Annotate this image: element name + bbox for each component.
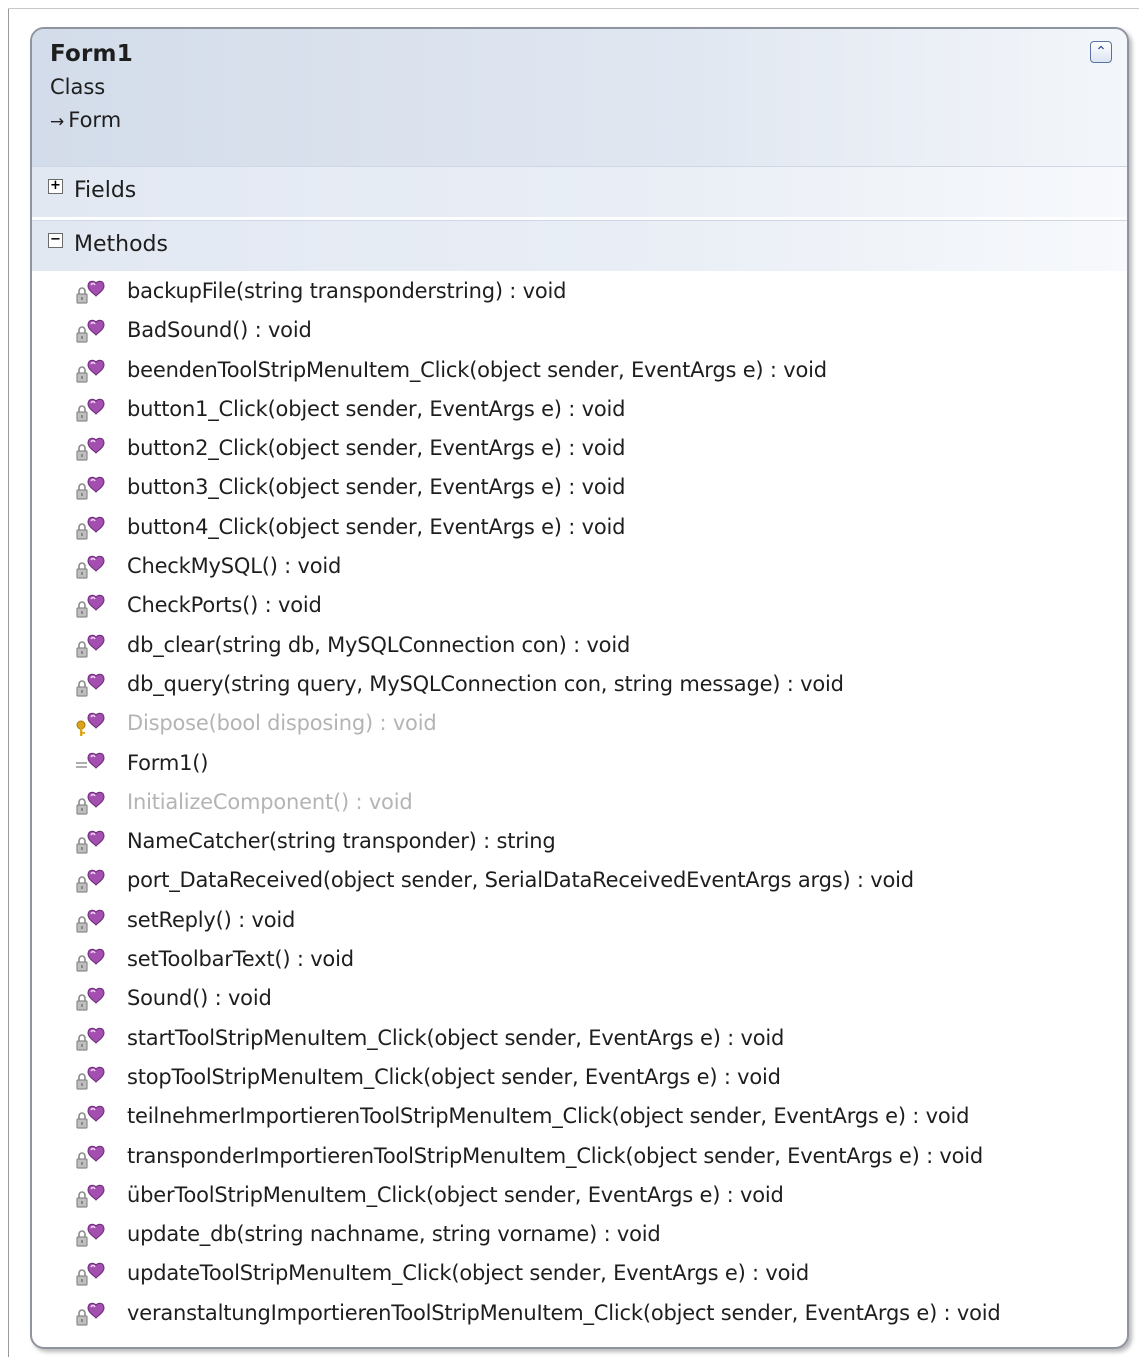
- method-row[interactable]: button4_Click(object sender, EventArgs e…: [32, 510, 1127, 549]
- method-signature: button1_Click(object sender, EventArgs e…: [127, 396, 626, 421]
- frame-left-edge: [8, 8, 9, 1357]
- method-row[interactable]: transponderImportierenToolStripMenuItem_…: [32, 1139, 1127, 1178]
- method-row[interactable]: InitializeComponent() : void: [32, 785, 1127, 824]
- private-method-icon: [76, 516, 105, 540]
- methods-label: Methods: [74, 232, 168, 257]
- method-signature: teilnehmerImportierenToolStripMenuItem_C…: [127, 1104, 970, 1129]
- protected-method-icon: [76, 713, 105, 737]
- private-method-icon: [76, 359, 105, 383]
- method-signature: Form1(): [127, 750, 209, 775]
- method-row[interactable]: Form1(): [32, 746, 1127, 785]
- method-signature: setToolbarText() : void: [127, 947, 354, 972]
- method-signature: setReply() : void: [127, 907, 296, 932]
- method-signature: CheckMySQL() : void: [127, 554, 342, 579]
- method-row[interactable]: db_clear(string db, MySQLConnection con)…: [32, 628, 1127, 667]
- method-signature: update_db(string nachname, string vornam…: [127, 1222, 661, 1247]
- public-method-icon: [76, 752, 105, 769]
- method-signature: Sound() : void: [127, 986, 272, 1011]
- method-row[interactable]: button3_Click(object sender, EventArgs e…: [32, 470, 1127, 509]
- method-signature: Dispose(bool disposing) : void: [127, 711, 437, 736]
- method-row[interactable]: startToolStripMenuItem_Click(object send…: [32, 1021, 1127, 1060]
- method-signature: überToolStripMenuItem_Click(object sende…: [127, 1182, 784, 1207]
- method-row[interactable]: CheckPorts() : void: [32, 588, 1127, 627]
- private-method-icon: [76, 595, 105, 618]
- method-row[interactable]: button1_Click(object sender, EventArgs e…: [32, 392, 1127, 431]
- methods-section-header[interactable]: − Methods: [32, 220, 1127, 271]
- method-row[interactable]: überToolStripMenuItem_Click(object sende…: [32, 1178, 1127, 1217]
- method-row[interactable]: backupFile(string transponderstring) : v…: [32, 274, 1127, 313]
- method-signature: stopToolStripMenuItem_Click(object sende…: [127, 1064, 781, 1089]
- class-name: Form1: [50, 41, 133, 67]
- method-row[interactable]: beendenToolStripMenuItem_Click(object se…: [32, 353, 1127, 392]
- method-signature: updateToolStripMenuItem_Click(object sen…: [127, 1261, 810, 1286]
- method-signature: db_query(string query, MySQLConnection c…: [127, 671, 844, 696]
- private-method-icon: [76, 1145, 105, 1169]
- private-method-icon: [76, 1184, 105, 1208]
- method-signature: startToolStripMenuItem_Click(object send…: [127, 1025, 785, 1050]
- private-method-icon: [76, 673, 105, 697]
- private-method-icon: [76, 948, 105, 972]
- private-method-icon: [76, 320, 105, 343]
- method-signature: beendenToolStripMenuItem_Click(object se…: [127, 357, 827, 382]
- inheritance-arrow-icon: →: [50, 112, 65, 132]
- method-row[interactable]: db_query(string query, MySQLConnection c…: [32, 667, 1127, 706]
- method-signature: backupFile(string transponderstring) : v…: [127, 279, 567, 303]
- private-method-icon: [76, 1027, 105, 1051]
- private-method-icon: [76, 555, 105, 579]
- private-method-icon: [76, 1106, 105, 1129]
- method-signature: InitializeComponent() : void: [127, 789, 413, 814]
- method-row[interactable]: port_DataReceived(object sender, SerialD…: [32, 863, 1127, 902]
- expand-plus-icon[interactable]: +: [48, 179, 63, 194]
- class-base: → Form: [50, 108, 121, 132]
- method-signature: button4_Click(object sender, EventArgs e…: [127, 514, 626, 539]
- method-signature: veranstaltungImportierenToolStripMenuIte…: [127, 1300, 1001, 1325]
- method-row[interactable]: Sound() : void: [32, 981, 1127, 1020]
- method-signature: db_clear(string db, MySQLConnection con)…: [127, 632, 631, 657]
- method-row[interactable]: BadSound() : void: [32, 313, 1127, 352]
- class-kind: Class: [50, 75, 106, 99]
- private-method-icon: [76, 1223, 105, 1247]
- private-method-icon: [76, 398, 105, 422]
- class-shape[interactable]: Form1 Class → Form ⌃ + Fields − Methods b…: [30, 27, 1129, 1349]
- private-method-icon: [76, 634, 105, 658]
- method-list: backupFile(string transponderstring) : v…: [32, 274, 1127, 1335]
- method-row[interactable]: CheckMySQL() : void: [32, 549, 1127, 588]
- method-row[interactable]: stopToolStripMenuItem_Click(object sende…: [32, 1060, 1127, 1099]
- private-method-icon: [76, 1263, 105, 1287]
- method-signature: transponderImportierenToolStripMenuItem_…: [127, 1143, 984, 1168]
- private-method-icon: [76, 988, 105, 1011]
- method-row[interactable]: setReply() : void: [32, 903, 1127, 942]
- fields-section-header[interactable]: + Fields: [32, 166, 1127, 217]
- collapse-minus-icon[interactable]: −: [48, 233, 63, 248]
- method-row[interactable]: teilnehmerImportierenToolStripMenuItem_C…: [32, 1099, 1127, 1138]
- private-method-icon: [76, 909, 105, 933]
- method-signature: button3_Click(object sender, EventArgs e…: [127, 475, 626, 500]
- method-signature: button2_Click(object sender, EventArgs e…: [127, 436, 626, 461]
- method-row[interactable]: setToolbarText() : void: [32, 942, 1127, 981]
- private-method-icon: [76, 791, 105, 815]
- method-row[interactable]: NameCatcher(string transponder) : string: [32, 824, 1127, 863]
- collapse-button[interactable]: ⌃: [1090, 41, 1112, 63]
- private-method-icon: [76, 1066, 105, 1090]
- fields-label: Fields: [74, 178, 137, 203]
- method-row[interactable]: update_db(string nachname, string vornam…: [32, 1217, 1127, 1256]
- method-row[interactable]: veranstaltungImportierenToolStripMenuIte…: [32, 1296, 1127, 1335]
- private-method-icon: [76, 830, 105, 854]
- method-signature: BadSound() : void: [127, 318, 312, 343]
- private-method-icon: [76, 438, 105, 461]
- method-signature: port_DataReceived(object sender, SerialD…: [127, 868, 914, 893]
- private-method-icon: [76, 1302, 105, 1326]
- base-class-name: Form: [68, 108, 122, 132]
- private-method-icon: [76, 870, 105, 894]
- method-signature: CheckPorts() : void: [127, 593, 322, 618]
- method-row[interactable]: updateToolStripMenuItem_Click(object sen…: [32, 1256, 1127, 1295]
- frame-top-edge: [8, 8, 1139, 9]
- class-header: Form1 Class → Form ⌃: [32, 29, 1127, 166]
- private-method-icon: [76, 477, 105, 501]
- method-signature: NameCatcher(string transponder) : string: [127, 829, 556, 854]
- method-row[interactable]: Dispose(bool disposing) : void: [32, 706, 1127, 745]
- private-method-icon: [76, 280, 105, 304]
- method-row[interactable]: button2_Click(object sender, EventArgs e…: [32, 431, 1127, 470]
